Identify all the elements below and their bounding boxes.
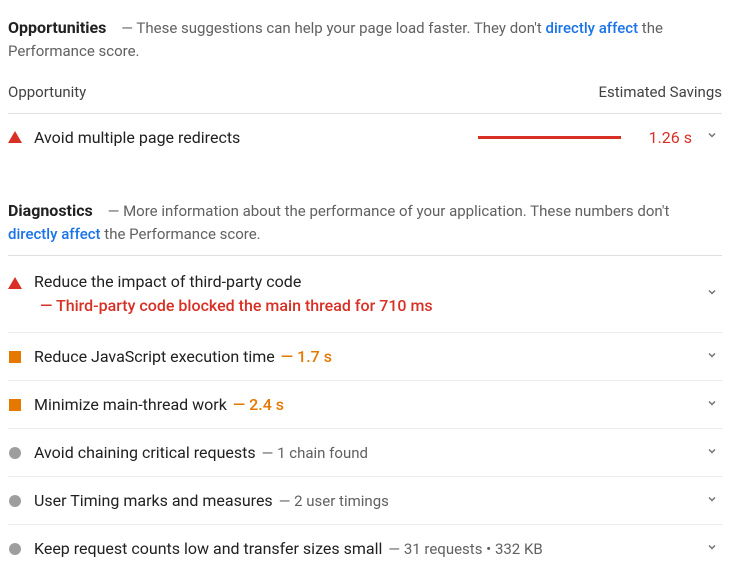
diagnostics-desc-prefix: — More information about the performance…	[108, 202, 670, 220]
info-circle-icon	[8, 494, 22, 508]
diagnostics-title: Diagnostics	[8, 201, 93, 220]
audit-suffix: — 31 requests • 332 KB	[388, 540, 542, 558]
info-circle-icon	[8, 542, 22, 556]
suffix-text: Third-party code blocked the main thread…	[56, 296, 433, 315]
diagnostics-desc-suffix: the Performance score.	[101, 225, 261, 243]
diag-row-request-counts[interactable]: Keep request counts low and transfer siz…	[8, 525, 722, 572]
avg-square-icon	[8, 398, 22, 412]
opportunities-desc-link[interactable]: directly affect	[546, 19, 639, 37]
audit-suffix: — 2.4 s	[233, 395, 284, 414]
savings-col: 1.26 s	[478, 128, 692, 147]
diag-row-critical-requests[interactable]: Avoid chaining critical requests — 1 cha…	[8, 429, 722, 477]
chevron-down-icon[interactable]	[702, 397, 722, 413]
chevron-down-icon[interactable]	[702, 445, 722, 461]
fail-triangle-icon	[8, 130, 22, 144]
audit-title: Reduce JavaScript execution time	[34, 347, 275, 366]
opportunities-title: Opportunities	[8, 18, 106, 37]
suffix-text: 31 requests • 332 KB	[404, 540, 543, 558]
diag-row-third-party[interactable]: Reduce the impact of third-party code — …	[8, 256, 722, 333]
audit-title: Reduce the impact of third-party code	[34, 270, 301, 294]
audit-title: Avoid chaining critical requests	[34, 443, 256, 462]
dash: —	[40, 296, 52, 315]
audit-title: Avoid multiple page redirects	[34, 128, 240, 147]
suffix-text: 2.4 s	[249, 395, 284, 414]
fail-triangle-icon	[8, 276, 22, 290]
info-circle-icon	[8, 446, 22, 460]
chevron-down-icon[interactable]	[702, 129, 722, 145]
diag-row-user-timing[interactable]: User Timing marks and measures — 2 user …	[8, 477, 722, 525]
opportunities-section: Opportunities — These suggestions can he…	[8, 8, 722, 165]
savings-bar-fill	[478, 136, 621, 139]
diag-row-js-exec[interactable]: Reduce JavaScript execution time — 1.7 s	[8, 333, 722, 381]
diag-row-main-thread[interactable]: Minimize main-thread work — 2.4 s	[8, 381, 722, 429]
chevron-down-icon[interactable]	[702, 286, 722, 302]
diagnostics-section: Diagnostics — More information about the…	[8, 191, 722, 577]
chevron-down-icon[interactable]	[702, 493, 722, 509]
audit-title: Minimize main-thread work	[34, 395, 227, 414]
audit-title: User Timing marks and measures	[34, 491, 273, 510]
dash: —	[281, 347, 293, 366]
savings-bar	[478, 136, 628, 139]
diagnostics-desc-link[interactable]: directly affect	[8, 225, 101, 243]
opportunity-row-redirects[interactable]: Avoid multiple page redirects 1.26 s	[8, 114, 722, 161]
chevron-down-icon[interactable]	[702, 349, 722, 365]
audit-suffix: — 2 user timings	[279, 492, 389, 510]
opportunities-header-row: Opportunities — These suggestions can he…	[8, 8, 722, 73]
audit-suffix: — 1 chain found	[262, 444, 368, 462]
opportunities-table-header: Opportunity Estimated Savings	[8, 73, 722, 114]
dash: —	[233, 395, 245, 414]
suffix-text: 1 chain found	[277, 444, 368, 462]
audit-suffix: — Third-party code blocked the main thre…	[40, 294, 433, 318]
suffix-text: 2 user timings	[294, 492, 389, 510]
dash: —	[388, 540, 400, 558]
chevron-down-icon[interactable]	[702, 541, 722, 557]
savings-value: 1.26 s	[642, 128, 692, 147]
suffix-text: 1.7 s	[297, 347, 332, 366]
audit-title: Keep request counts low and transfer siz…	[34, 539, 382, 558]
opportunities-desc-prefix: — These suggestions can help your page l…	[121, 19, 545, 37]
audit-suffix: — 1.7 s	[281, 347, 332, 366]
dash: —	[279, 492, 291, 510]
opportunity-col-left: Opportunity	[8, 83, 86, 101]
dash: —	[262, 444, 274, 462]
opportunities-desc: — These suggestions can help your page l…	[8, 19, 663, 60]
avg-square-icon	[8, 350, 22, 364]
diagnostics-header-row: Diagnostics — More information about the…	[8, 191, 722, 256]
diagnostics-desc: — More information about the performance…	[8, 202, 669, 243]
opportunity-col-right: Estimated Savings	[599, 83, 723, 101]
